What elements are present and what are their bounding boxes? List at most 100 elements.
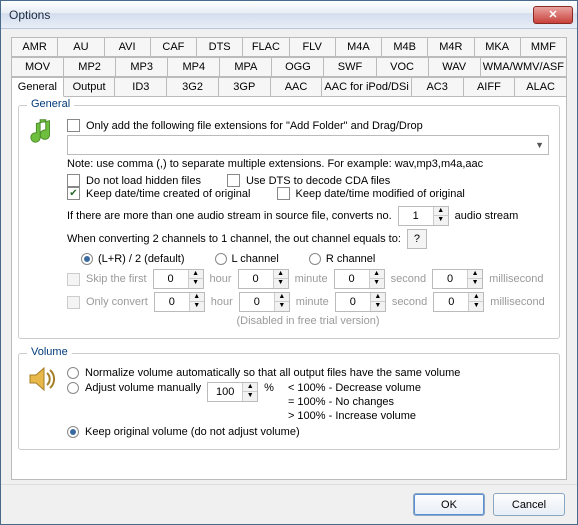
tab-general[interactable]: General — [12, 77, 64, 97]
tab-wma-wmv-asf[interactable]: WMA/WMV/ASF — [481, 57, 567, 77]
tab-m4a[interactable]: M4A — [336, 37, 382, 57]
radio-downmix-r[interactable] — [309, 253, 321, 265]
ext-note: Note: use comma (,) to separate multiple… — [67, 158, 549, 170]
tab-mmf[interactable]: MMF — [521, 37, 567, 57]
lbl-vol-unit: % — [264, 382, 274, 394]
ext-combo[interactable]: ▼ — [67, 135, 549, 155]
radio-vol-keep[interactable] — [67, 426, 79, 438]
chk-only-convert[interactable] — [67, 296, 80, 309]
lbl-vol-adjust: Adjust volume manually — [85, 382, 201, 394]
chk-skip-first[interactable] — [67, 273, 80, 286]
spin-oc-ms[interactable]: ▲▼ — [433, 292, 484, 312]
tab-dts[interactable]: DTS — [197, 37, 243, 57]
help-button[interactable]: ? — [407, 229, 427, 249]
options-dialog: Options ✕ AMRAUAVICAFDTSFLACFLVM4AM4BM4R… — [0, 0, 578, 525]
lbl-skip: Skip the first — [86, 273, 147, 285]
lbl-dm1: (L+R) / 2 (default) — [98, 253, 185, 265]
tab-panel-general: General Only add the following file exte… — [11, 97, 567, 480]
lbl-no-hidden: Do not load hidden files — [86, 175, 201, 187]
tab-avi[interactable]: AVI — [105, 37, 151, 57]
radio-vol-normalize[interactable] — [67, 367, 79, 379]
close-button[interactable]: ✕ — [533, 6, 573, 24]
tab-ogg[interactable]: OGG — [272, 57, 324, 77]
tab-alac[interactable]: ALAC — [515, 77, 567, 97]
content-area: AMRAUAVICAFDTSFLACFLVM4AM4BM4RMKAMMF MOV… — [1, 29, 577, 484]
lbl-vol-normalize: Normalize volume automatically so that a… — [85, 367, 460, 379]
trial-note: (Disabled in free trial version) — [236, 315, 379, 327]
lbl-dm3: R channel — [326, 253, 376, 265]
tab-swf[interactable]: SWF — [324, 57, 376, 77]
ok-button[interactable]: OK — [413, 493, 485, 516]
spin-oc-m[interactable]: ▲▼ — [239, 292, 290, 312]
vol-hints: < 100% - Decrease volume = 100% - No cha… — [288, 382, 421, 423]
lbl-stream-suf: audio stream — [455, 210, 519, 222]
tab-row-2: MOVMP2MP3MP4MPAOGGSWFVOCWAVWMA/WMV/ASF — [11, 57, 567, 77]
u-min: minute — [295, 273, 328, 285]
group-volume-legend: Volume — [27, 346, 72, 358]
stream-up[interactable]: ▲ — [434, 207, 448, 216]
cancel-button[interactable]: Cancel — [493, 493, 565, 516]
stream-no-input[interactable] — [399, 207, 433, 225]
lbl-vol-keep: Keep original volume (do not adjust volu… — [85, 426, 300, 438]
spin-oc-s[interactable]: ▲▼ — [335, 292, 386, 312]
lbl-keep-modified: Keep date/time modified of original — [296, 188, 465, 200]
u-sec: second — [391, 273, 426, 285]
spin-stream-no[interactable]: ▲▼ — [398, 206, 449, 226]
chk-use-dts[interactable] — [227, 174, 240, 187]
tab-aac-for-ipod-dsi[interactable]: AAC for iPod/DSi — [322, 77, 411, 97]
spin-oc-h[interactable]: ▲▼ — [154, 292, 205, 312]
tab-3g2[interactable]: 3G2 — [167, 77, 219, 97]
tab-aac[interactable]: AAC — [271, 77, 323, 97]
u-hour: hour — [210, 273, 232, 285]
help-icon: ? — [414, 233, 420, 245]
spin-skip-m[interactable]: ▲▼ — [238, 269, 289, 289]
titlebar: Options ✕ — [1, 1, 577, 29]
lbl-keep-created: Keep date/time created of original — [86, 188, 251, 200]
spin-skip-ms[interactable]: ▲▼ — [432, 269, 483, 289]
spin-skip-h[interactable]: ▲▼ — [153, 269, 204, 289]
chk-no-hidden[interactable] — [67, 174, 80, 187]
chk-keep-modified[interactable] — [277, 187, 290, 200]
tab-row-1: AMRAUAVICAFDTSFLACFLVM4AM4BM4RMKAMMF — [11, 37, 567, 57]
lbl-only-add-ext: Only add the following file extensions f… — [86, 120, 423, 132]
tab-row-3: GeneralOutputID33G23GPAACAAC for iPod/DS… — [11, 77, 567, 97]
tab-id3[interactable]: ID3 — [115, 77, 167, 97]
tab-wav[interactable]: WAV — [429, 57, 481, 77]
lbl-use-dts: Use DTS to decode CDA files — [246, 175, 390, 187]
radio-downmix-lr2[interactable] — [81, 253, 93, 265]
group-general: General Only add the following file exte… — [18, 105, 560, 339]
close-icon: ✕ — [548, 8, 557, 21]
tab-caf[interactable]: CAF — [151, 37, 197, 57]
stream-down[interactable]: ▼ — [434, 216, 448, 225]
tab-flac[interactable]: FLAC — [243, 37, 289, 57]
chk-keep-created[interactable]: ✔ — [67, 187, 80, 200]
tab-flv[interactable]: FLV — [290, 37, 336, 57]
tab-mpa[interactable]: MPA — [220, 57, 272, 77]
audio-note-icon — [25, 114, 59, 148]
tab-mp2[interactable]: MP2 — [64, 57, 116, 77]
radio-downmix-l[interactable] — [215, 253, 227, 265]
tab-m4b[interactable]: M4B — [382, 37, 428, 57]
tab-output[interactable]: Output — [64, 77, 116, 97]
tab-mov[interactable]: MOV — [12, 57, 64, 77]
tab-ac3[interactable]: AC3 — [412, 77, 464, 97]
tab-amr[interactable]: AMR — [12, 37, 58, 57]
chk-only-add-ext[interactable] — [67, 119, 80, 132]
tab-m4r[interactable]: M4R — [428, 37, 474, 57]
spin-vol-percent[interactable]: ▲▼ — [207, 382, 258, 402]
tab-mp3[interactable]: MP3 — [116, 57, 168, 77]
tab-aiff[interactable]: AIFF — [464, 77, 516, 97]
u-ms: millisecond — [489, 273, 543, 285]
tab-3gp[interactable]: 3GP — [219, 77, 271, 97]
tab-au[interactable]: AU — [58, 37, 104, 57]
group-general-legend: General — [27, 98, 74, 110]
lbl-onlyconv: Only convert — [86, 296, 148, 308]
lbl-dm2: L channel — [232, 253, 279, 265]
spin-skip-s[interactable]: ▲▼ — [334, 269, 385, 289]
tab-voc[interactable]: VOC — [377, 57, 429, 77]
tab-mp4[interactable]: MP4 — [168, 57, 220, 77]
radio-vol-adjust[interactable] — [67, 382, 79, 394]
window-title: Options — [9, 8, 533, 22]
tab-mka[interactable]: MKA — [475, 37, 521, 57]
lbl-downmix: When converting 2 channels to 1 channel,… — [67, 233, 401, 245]
